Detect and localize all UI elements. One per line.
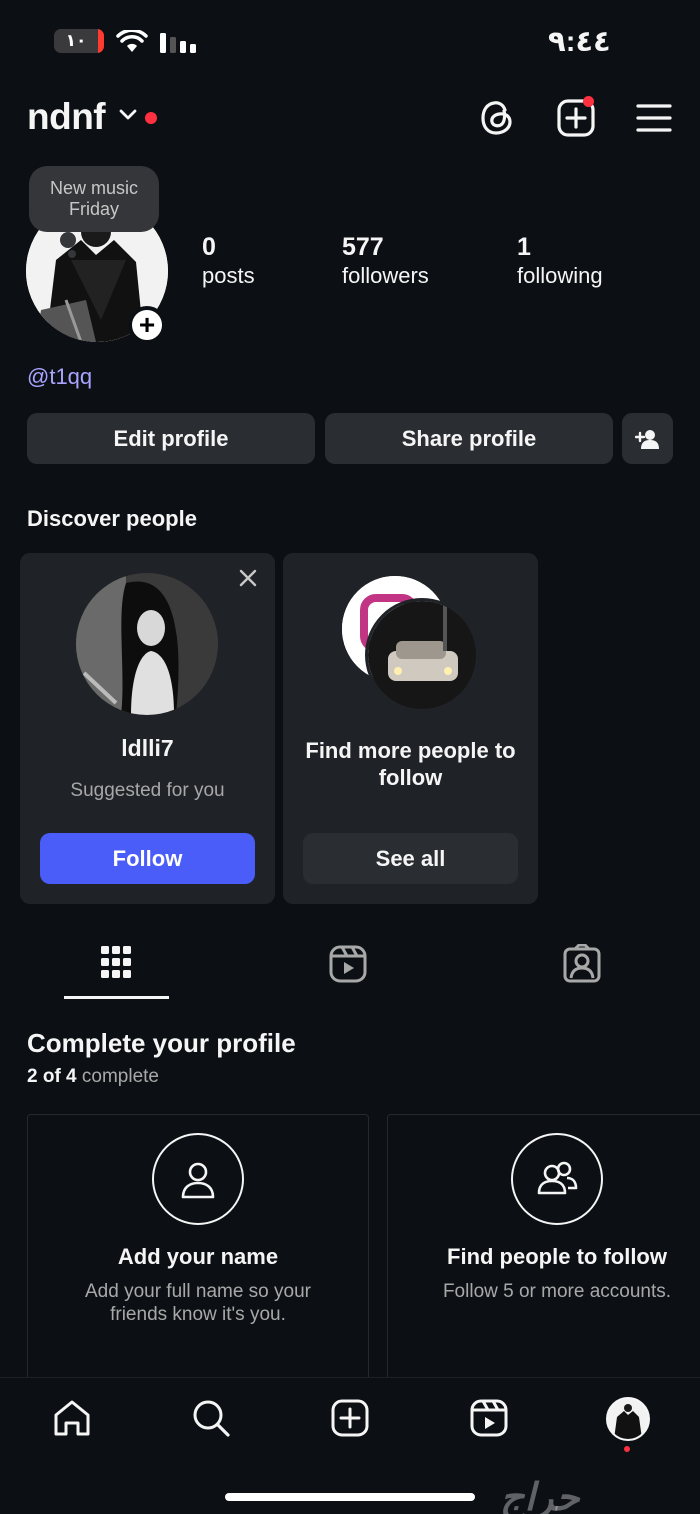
grid-icon[interactable] <box>99 944 133 984</box>
notification-dot <box>583 96 594 107</box>
complete-profile-title: Complete your profile <box>27 1028 296 1058</box>
threads-handle-link[interactable]: @t1qq <box>27 364 92 390</box>
avatar-image <box>76 573 218 715</box>
home-icon[interactable] <box>52 1398 92 1438</box>
posts-stat[interactable]: 0 posts <box>202 233 255 291</box>
suggested-user-subtitle: Suggested for you <box>70 780 225 801</box>
suggested-user-avatar[interactable] <box>76 573 218 715</box>
reels-icon[interactable] <box>469 1398 509 1438</box>
notification-dot <box>624 1446 630 1452</box>
discover-people-title: Discover people <box>27 506 197 531</box>
profile-avatar[interactable] <box>606 1397 650 1441</box>
stacked-avatar-front <box>365 598 479 712</box>
progress-word: complete <box>81 1066 160 1087</box>
tagged-icon[interactable] <box>563 944 601 984</box>
posts-count: 0 <box>202 233 216 261</box>
people-icon <box>511 1133 603 1225</box>
share-profile-button[interactable]: Share profile <box>325 413 613 464</box>
followers-stat[interactable]: 577 followers <box>342 233 429 291</box>
find-more-text: Find more people to follow <box>305 738 516 790</box>
following-count: 1 <box>517 233 531 261</box>
suggested-user-name[interactable]: ldlli7 <box>20 735 275 762</box>
watermark-logo: حراج <box>500 1477 580 1514</box>
followers-count: 577 <box>342 233 384 261</box>
home-indicator <box>225 1493 475 1501</box>
follow-button[interactable]: Follow <box>40 833 255 884</box>
complete-profile-progress: 2 of 4 complete <box>27 1066 159 1088</box>
add-story-button[interactable]: + <box>128 306 166 344</box>
search-icon[interactable] <box>191 1398 231 1438</box>
battery-level: ١٠ <box>65 31 87 50</box>
edit-profile-button[interactable]: Edit profile <box>27 413 315 464</box>
add-name-title: Add your name <box>117 1244 279 1269</box>
account-switcher[interactable]: ndnf <box>27 96 106 138</box>
active-tab-indicator <box>64 996 169 999</box>
profile-header: ndnf <box>0 92 700 148</box>
posts-label: posts <box>202 263 255 288</box>
clock: ٩:٤٤ <box>548 26 611 58</box>
note-bubble[interactable]: New music Friday <box>29 166 159 232</box>
status-bar: ١٠ ٩:٤٤ <box>0 0 700 80</box>
battery-icon: ١٠ <box>54 29 104 53</box>
notification-dot <box>145 112 157 124</box>
note-bubble-tail <box>60 232 76 248</box>
person-icon <box>152 1133 244 1225</box>
reels-icon[interactable] <box>329 944 367 984</box>
menu-icon[interactable] <box>636 98 672 138</box>
discover-people-button[interactable] <box>622 413 673 464</box>
find-people-description: Follow 5 or more accounts. <box>442 1281 672 1302</box>
followers-label: followers <box>342 263 429 288</box>
progress-count: 2 of 4 <box>27 1066 77 1087</box>
threads-icon[interactable] <box>479 98 515 138</box>
avatar-image <box>608 1399 648 1439</box>
close-icon[interactable] <box>238 568 258 588</box>
find-people-title: Find people to follow <box>447 1244 667 1269</box>
chevron-down-icon[interactable] <box>118 108 138 122</box>
add-name-description: Add your full name so your friends know … <box>84 1281 311 1325</box>
create-icon[interactable] <box>330 1398 370 1438</box>
add-person-icon <box>634 429 659 449</box>
signal-icon <box>160 33 196 53</box>
following-stat[interactable]: 1 following <box>517 233 603 291</box>
wifi-icon <box>116 30 148 52</box>
note-bubble-tail <box>68 250 76 258</box>
see-all-button[interactable]: See all <box>303 833 518 884</box>
following-label: following <box>517 263 603 288</box>
